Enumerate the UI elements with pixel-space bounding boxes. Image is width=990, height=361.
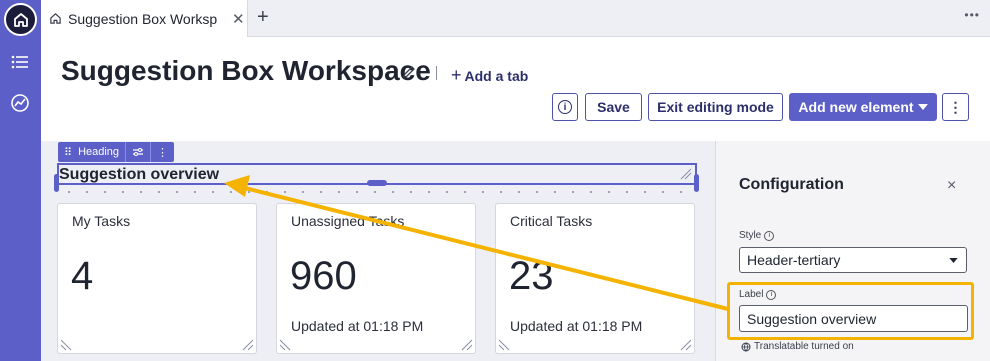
add-new-element-label: Add new element [798,99,914,115]
info-icon: i [558,100,572,114]
globe-icon [741,342,751,352]
tab-title: Suggestion Box Worksp... [68,10,218,27]
resize-handle-left[interactable] [54,174,59,192]
resize-corner-icon[interactable] [461,339,473,351]
list-icon[interactable] [9,51,31,73]
add-new-element-button[interactable]: Add new element [789,93,937,121]
home-icon [13,12,28,27]
drag-icon[interactable]: ⠿ [58,142,78,162]
translatable-text: Translatable turned on [754,341,854,352]
style-field-label: Style i [739,230,775,241]
add-tab-icon[interactable]: + [257,6,269,29]
tab-suggestion-box-workspace[interactable]: Suggestion Box Worksp... ✕ [41,0,248,37]
close-icon[interactable]: ✕ [232,10,245,28]
left-rail [0,0,41,361]
resize-corner-icon[interactable] [242,339,254,351]
caret-down-icon [949,257,958,263]
home-icon [50,13,61,24]
resize-corner-icon[interactable] [60,339,72,351]
style-select-value: Header-tertiary [747,252,841,268]
card-value: 960 [290,254,357,298]
configuration-title: Configuration [739,176,844,193]
style-select[interactable]: Header-tertiary [739,247,967,273]
resize-handle-bottom[interactable] [367,180,387,186]
divider [436,66,437,80]
close-icon[interactable]: × [947,177,956,195]
kpi-card-critical-tasks[interactable]: Critical Tasks 23 Updated at 01:18 PM [495,203,695,354]
card-title: My Tasks [72,213,131,229]
settings-icon[interactable] [125,142,150,162]
pencil-icon[interactable] [401,64,417,80]
add-a-tab-label: Add a tab [464,67,529,84]
add-a-tab-link[interactable]: + Add a tab [451,65,528,86]
layout-grid-dots [60,190,696,194]
exit-editing-mode-button[interactable]: Exit editing mode [648,93,783,121]
card-value: 23 [509,254,554,298]
plus-icon: + [451,65,462,85]
kpi-card-my-tasks[interactable]: My Tasks 4 [57,203,257,354]
tab-bar: Suggestion Box Worksp... ✕ + ••• [41,0,990,37]
widget-tag-label: Heading [78,146,120,158]
heading-widget-text: Suggestion overview [59,166,220,183]
save-button[interactable]: Save [585,93,642,121]
annotation-highlight-box [727,282,974,340]
caret-down-icon [917,104,928,110]
widget-kebab-icon[interactable]: ⋮ [150,142,174,162]
resize-corner-icon[interactable] [680,168,692,180]
page-title: Suggestion Box Workspace [61,55,431,86]
home-button[interactable] [4,3,37,36]
info-icon[interactable]: i [764,230,775,241]
widget-tag-bar[interactable]: ⠿ Heading ⋮ [58,142,175,162]
kpi-card-unassigned-tasks[interactable]: Unassigned Tasks 960 Updated at 01:18 PM [276,203,476,354]
card-title: Critical Tasks [510,213,593,229]
analytics-icon[interactable] [9,92,31,114]
kebab-icon: ⋮ [948,98,963,115]
card-footer: Updated at 01:18 PM [291,318,424,334]
resize-corner-icon[interactable] [279,339,291,351]
translatable-note: Translatable turned on [741,341,854,352]
style-label-text: Style [739,230,762,241]
card-footer: Updated at 01:18 PM [510,318,643,334]
resize-corner-icon[interactable] [680,339,692,351]
info-button[interactable]: i [552,93,578,121]
card-title: Unassigned Tasks [291,213,405,229]
more-icon[interactable]: ••• [964,8,980,22]
more-options-button[interactable]: ⋮ [942,93,969,121]
resize-corner-icon[interactable] [498,339,510,351]
card-value: 4 [71,254,94,298]
